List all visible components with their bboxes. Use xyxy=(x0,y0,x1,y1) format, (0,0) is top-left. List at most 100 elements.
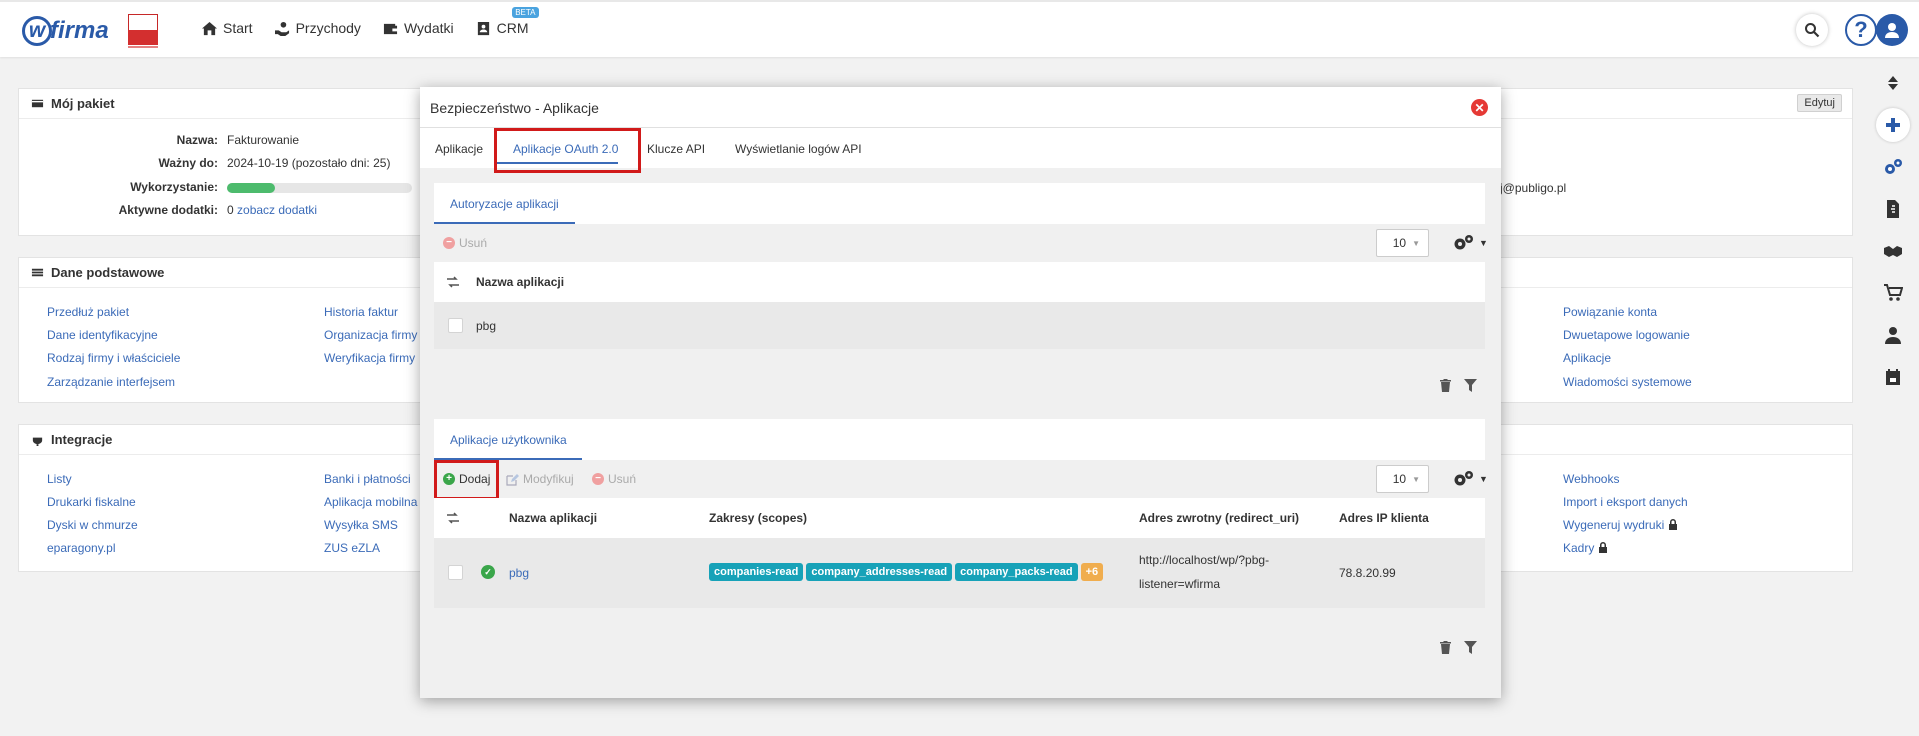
row-checkbox[interactable] xyxy=(448,565,463,580)
calendar-shortcut[interactable] xyxy=(1876,360,1910,394)
kadry-item: Kadry xyxy=(1563,541,1608,556)
user-apps-table-header: Nazwa aplikacji Zakresy (scopes) Adres z… xyxy=(434,498,1485,538)
search-icon xyxy=(1805,23,1820,38)
fiscal-printers-link[interactable]: Drukarki fiskalne xyxy=(47,495,136,509)
wfirma-logo[interactable]: w firma xyxy=(22,14,109,48)
document-shortcut[interactable] xyxy=(1876,192,1910,226)
tab-api-logs[interactable]: Wyświetlanie logów API xyxy=(735,142,862,156)
filter-icon[interactable] xyxy=(1464,379,1477,395)
company-verification-link[interactable]: Weryfikacja firmy xyxy=(324,351,415,365)
modal-header: Bezpieczeństwo - Aplikacje ✕ xyxy=(420,87,1501,128)
see-addons-link[interactable]: zobacz dodatki xyxy=(237,203,317,217)
filter-icon[interactable] xyxy=(1464,641,1477,657)
company-organization-link[interactable]: Organizacja firmy xyxy=(324,328,417,342)
nav-przychody-label: Przychody xyxy=(295,20,361,36)
user-apps-toolbar: + Dodaj Modyfikuj − Usuń 10 ▼ ▼ xyxy=(434,460,1488,498)
column-app-name[interactable]: Nazwa aplikacji xyxy=(509,511,597,525)
nav-start[interactable]: Start xyxy=(202,20,253,36)
close-icon[interactable]: ✕ xyxy=(1471,99,1488,116)
authorizations-delete-button[interactable]: − Usuń xyxy=(443,236,487,250)
eparagony-link[interactable]: eparagony.pl xyxy=(47,541,116,555)
gears-icon xyxy=(1454,471,1473,486)
mobile-app-link[interactable]: Aplikacja mobilna xyxy=(324,495,417,509)
more-scopes-badge[interactable]: +6 xyxy=(1080,563,1104,581)
chevron-down-icon: ▼ xyxy=(1412,474,1420,484)
user-apps-settings-dropdown[interactable]: ▼ xyxy=(1453,468,1493,490)
nav-wydatki-label: Wydatki xyxy=(403,20,454,36)
cloud-drives-link[interactable]: Dyski w chmurze xyxy=(47,518,138,532)
sort-toggle-icon[interactable] xyxy=(445,275,461,289)
extend-package-link[interactable]: Przedłuż pakiet xyxy=(47,305,129,319)
authorizations-settings-dropdown[interactable]: ▼ xyxy=(1453,232,1493,254)
user-apps-section-tabs: Aplikacje użytkownika xyxy=(434,419,1485,460)
generate-printouts-link[interactable]: Wygeneruj wydruki xyxy=(1563,518,1664,532)
collapse-toggle[interactable] xyxy=(1876,66,1910,100)
nav-crm[interactable]: CRM BETA xyxy=(476,7,539,36)
caret-down-icon: ▼ xyxy=(1479,238,1488,248)
column-scopes[interactable]: Zakresy (scopes) xyxy=(709,511,807,525)
lists-link[interactable]: Listy xyxy=(47,472,72,486)
applications-link[interactable]: Aplikacje xyxy=(1563,351,1611,365)
handshake-icon xyxy=(1884,246,1902,257)
edit-package-button[interactable]: Edytuj xyxy=(1797,94,1842,112)
logo-text: firma xyxy=(50,17,109,44)
modify-application-button[interactable]: Modyfikuj xyxy=(506,472,574,486)
modify-application-label: Modyfikuj xyxy=(523,472,574,486)
tab-user-applications[interactable]: Aplikacje użytkownika xyxy=(450,433,567,447)
user-app-name-link[interactable]: pbg xyxy=(509,566,529,580)
table-row[interactable]: pbg xyxy=(434,302,1485,349)
authorizations-page-size-select[interactable]: 10 ▼ xyxy=(1376,229,1429,257)
handshake-shortcut[interactable] xyxy=(1876,234,1910,268)
system-messages-link[interactable]: Wiadomości systemowe xyxy=(1563,375,1692,389)
search-button[interactable] xyxy=(1796,14,1828,46)
column-client-ip[interactable]: Adres IP klienta xyxy=(1339,511,1429,525)
sms-link[interactable]: Wysyłka SMS xyxy=(324,518,398,532)
tab-api-keys[interactable]: Klucze API xyxy=(647,142,705,156)
user-menu-button[interactable] xyxy=(1876,14,1908,46)
tab-applications[interactable]: Aplikacje xyxy=(435,142,483,156)
add-button-highlight xyxy=(434,460,499,500)
zus-ezla-link[interactable]: ZUS eZLA xyxy=(324,541,380,555)
interface-management-link[interactable]: Zarządzanie interfejsem xyxy=(47,375,175,389)
quick-add-button[interactable] xyxy=(1876,108,1910,142)
addons-value: 0 zobacz dodatki xyxy=(227,203,317,217)
authorized-app-name: pbg xyxy=(476,319,497,333)
webhooks-link[interactable]: Webhooks xyxy=(1563,472,1619,486)
logo-mark: w xyxy=(22,16,52,46)
table-row[interactable]: ✓ pbg companies-read company_addresses-re… xyxy=(434,538,1485,608)
company-type-link[interactable]: Rodzaj firmy i właściciele xyxy=(47,351,180,365)
trash-icon[interactable] xyxy=(1439,379,1452,395)
lock-icon xyxy=(1598,542,1608,556)
column-app-name[interactable]: Nazwa aplikacji xyxy=(476,275,564,289)
poland-flag-icon xyxy=(128,14,158,48)
nav-crm-label: CRM xyxy=(496,20,529,36)
nav-przychody[interactable]: Przychody xyxy=(274,20,361,36)
help-button[interactable]: ? xyxy=(1845,14,1877,46)
row-checkbox[interactable] xyxy=(448,318,463,333)
email-fragment: j@publigo.pl xyxy=(1500,181,1567,195)
invoice-history-link[interactable]: Historia faktur xyxy=(324,305,398,319)
import-export-link[interactable]: Import i eksport danych xyxy=(1563,495,1688,509)
person-shortcut[interactable] xyxy=(1876,318,1910,352)
user-apps-bottom-tools xyxy=(1439,641,1477,657)
nav-wydatki[interactable]: Wydatki xyxy=(383,20,454,36)
trash-icon[interactable] xyxy=(1439,641,1452,657)
cart-shortcut[interactable] xyxy=(1876,276,1910,310)
modal-title: Bezpieczeństwo - Aplikacje xyxy=(430,100,599,116)
banks-payments-link[interactable]: Banki i płatności xyxy=(324,472,411,486)
home-icon xyxy=(202,21,217,35)
column-redirect-uri[interactable]: Adres zwrotny (redirect_uri) xyxy=(1139,511,1299,525)
kadry-link[interactable]: Kadry xyxy=(1563,541,1594,555)
settings-shortcut[interactable] xyxy=(1876,150,1910,184)
security-applications-modal: Bezpieczeństwo - Aplikacje ✕ Aplikacje A… xyxy=(420,87,1501,698)
identification-data-link[interactable]: Dane identyfikacyjne xyxy=(47,328,158,342)
sort-toggle-icon[interactable] xyxy=(445,511,461,525)
edit-icon xyxy=(506,473,519,486)
delete-application-button[interactable]: − Usuń xyxy=(592,472,636,486)
tab-authorizations[interactable]: Autoryzacje aplikacji xyxy=(450,197,559,211)
account-link-link[interactable]: Powiązanie konta xyxy=(1563,305,1657,319)
plug-icon xyxy=(32,433,43,446)
two-factor-link[interactable]: Dwuetapowe logowanie xyxy=(1563,328,1690,342)
user-apps-page-size-select[interactable]: 10 ▼ xyxy=(1376,465,1429,493)
client-ip: 78.8.20.99 xyxy=(1339,566,1396,580)
